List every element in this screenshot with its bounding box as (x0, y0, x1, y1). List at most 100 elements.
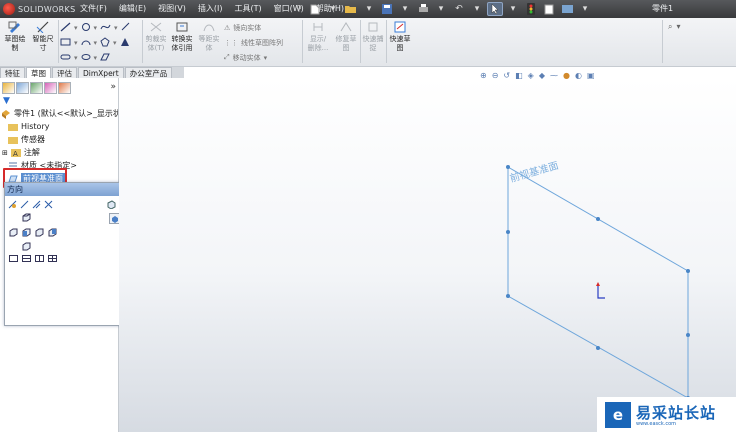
circle-icon[interactable] (81, 22, 91, 34)
new-view-icon[interactable] (32, 200, 41, 211)
print-icon[interactable] (415, 2, 431, 16)
dropdown-arrow-icon[interactable]: ▾ (113, 39, 117, 47)
dropdown-arrow-icon[interactable]: ▾ (469, 2, 485, 16)
menu-item[interactable]: 文件(F) (74, 0, 113, 18)
tree-item-annotations[interactable]: ⊞ A 注解 (1, 146, 118, 159)
view-bottom-icon[interactable] (22, 242, 31, 253)
offset-entities-button[interactable]: 等距实 体 (196, 18, 222, 63)
tab-3[interactable]: DimXpert (78, 67, 124, 78)
dropdown-arrow-icon[interactable]: ▾ (676, 22, 680, 32)
filter-icon[interactable]: ▼ (3, 96, 13, 106)
two-view-vertical-icon[interactable] (35, 255, 44, 264)
view-settings-icon[interactable]: ▣ (587, 71, 595, 80)
repair-sketch-button[interactable]: 修复草 图 (333, 18, 359, 63)
quick-snaps-button[interactable]: 快速捕 捉 (361, 18, 385, 63)
ellipse-icon[interactable] (81, 52, 91, 64)
feature-manager-tab-icon[interactable] (2, 82, 15, 94)
expand-pane-icon[interactable]: » (110, 82, 116, 95)
rectangle-icon[interactable] (60, 37, 71, 49)
save-icon[interactable] (379, 2, 395, 16)
dropdown-arrow-icon[interactable]: ▾ (433, 2, 449, 16)
dropdown-arrow-icon[interactable]: ▾ (94, 39, 98, 47)
dropdown-arrow-icon[interactable]: ▾ (74, 54, 78, 62)
dropdown-arrow-icon[interactable]: ▾ (264, 54, 268, 62)
view-right-icon[interactable] (35, 228, 44, 239)
plane-icon[interactable] (100, 52, 110, 64)
graphics-canvas[interactable]: 前视基准面 (119, 78, 736, 432)
expand-plus-icon[interactable]: ⊞ (2, 149, 8, 157)
tab-0[interactable]: 特征 (0, 67, 25, 78)
point-icon[interactable] (121, 22, 130, 33)
dropdown-arrow-icon[interactable]: ▾ (74, 39, 78, 47)
plane-handle[interactable] (596, 346, 600, 350)
display-delete-relations-button[interactable]: 显示/ 删除... (304, 18, 332, 63)
menu-item[interactable]: 视图(V) (152, 0, 192, 18)
smart-dimension-button[interactable]: 智能尺 寸 (29, 18, 57, 63)
select-pointer-icon[interactable] (487, 2, 503, 16)
file-properties-icon[interactable] (541, 2, 557, 16)
zoom-to-area-icon[interactable]: ⊖ (492, 71, 499, 80)
options-icon[interactable] (559, 2, 575, 16)
display-style-icon[interactable]: ◆ (539, 71, 545, 80)
configuration-manager-tab-icon[interactable] (30, 82, 43, 94)
update-view-icon[interactable] (20, 200, 29, 211)
open-folder-icon[interactable] (343, 2, 359, 16)
property-manager-tab-icon[interactable] (16, 82, 29, 94)
previous-view-icon[interactable]: ↺ (503, 71, 510, 80)
plane-handle[interactable] (506, 165, 510, 169)
hide-show-items-icon[interactable]: ⁓ (550, 71, 558, 80)
menu-item[interactable]: 编辑(E) (113, 0, 152, 18)
tab-2[interactable]: 评估 (52, 67, 77, 78)
plane-handle[interactable] (506, 230, 510, 234)
reset-view-icon[interactable] (44, 200, 53, 211)
single-view-icon[interactable] (9, 255, 18, 264)
undo-icon[interactable]: ↶ (451, 2, 467, 16)
polygon-icon[interactable] (100, 36, 110, 49)
linear-pattern-item[interactable]: ⋮⋮ 线性草图阵列 (224, 35, 300, 50)
tree-root[interactable]: 零件1 (默认<<默认>_显示状 (1, 107, 118, 120)
dropdown-arrow-icon[interactable]: ▾ (94, 24, 98, 32)
trim-entities-button[interactable]: 剪裁实 体(T) (143, 18, 169, 63)
dimxpert-manager-tab-icon[interactable] (44, 82, 57, 94)
new-document-icon[interactable] (307, 2, 323, 16)
dropdown-arrow-icon[interactable]: ▾ (114, 24, 118, 32)
normal-to-icon[interactable] (8, 200, 17, 211)
spline-icon[interactable] (100, 22, 111, 34)
tree-item-sensors[interactable]: 传感器 (1, 133, 118, 146)
pin-icon[interactable]: ⚲ (296, 4, 306, 14)
dropdown-arrow-icon[interactable]: ▾ (577, 2, 593, 16)
appearance-icon[interactable]: ● (563, 71, 570, 80)
slot-icon[interactable] (60, 52, 71, 64)
tab-4[interactable]: 办公室产品 (124, 67, 173, 78)
graphics-area[interactable]: 前视基准面 (119, 78, 736, 432)
rapid-sketch-button[interactable]: 快速草 图 (387, 18, 413, 63)
menu-item[interactable]: 工具(T) (228, 0, 267, 18)
text-icon[interactable] (120, 37, 130, 49)
dropdown-arrow-icon[interactable]: ▾ (361, 2, 377, 16)
view-top-icon[interactable] (22, 213, 31, 224)
arc-icon[interactable] (81, 37, 91, 49)
plane-handle[interactable] (506, 294, 510, 298)
view-left-icon[interactable] (9, 228, 18, 239)
mirror-entities-item[interactable]: ⚠ 镜向实体 (224, 20, 300, 35)
two-view-horizontal-icon[interactable] (22, 255, 31, 264)
display-manager-tab-icon[interactable] (58, 82, 71, 94)
plane-handle[interactable] (686, 269, 690, 273)
plane-handle[interactable] (686, 333, 690, 337)
plane-handle[interactable] (596, 217, 600, 221)
zoom-to-fit-icon[interactable]: ⊕ (480, 71, 487, 80)
dropdown-arrow-icon[interactable]: ▾ (505, 2, 521, 16)
move-entities-item[interactable]: ⤢ 移动实体 ▾ (224, 50, 300, 65)
four-view-icon[interactable] (48, 255, 57, 264)
view-front-icon[interactable] (22, 228, 31, 239)
section-view-icon[interactable]: ◧ (515, 71, 523, 80)
scene-icon[interactable]: ◐ (575, 71, 582, 80)
rebuild-icon[interactable] (523, 2, 539, 16)
dropdown-arrow-icon[interactable]: ▾ (397, 2, 413, 16)
view-orientation-icon[interactable]: ◈ (528, 71, 534, 80)
tab-1[interactable]: 草图 (26, 67, 51, 78)
tree-item-history[interactable]: History (1, 120, 118, 133)
dropdown-arrow-icon[interactable]: ▾ (74, 24, 78, 32)
menu-item[interactable]: 插入(I) (192, 0, 229, 18)
convert-entities-button[interactable]: 转换实 体引用 (169, 18, 195, 63)
